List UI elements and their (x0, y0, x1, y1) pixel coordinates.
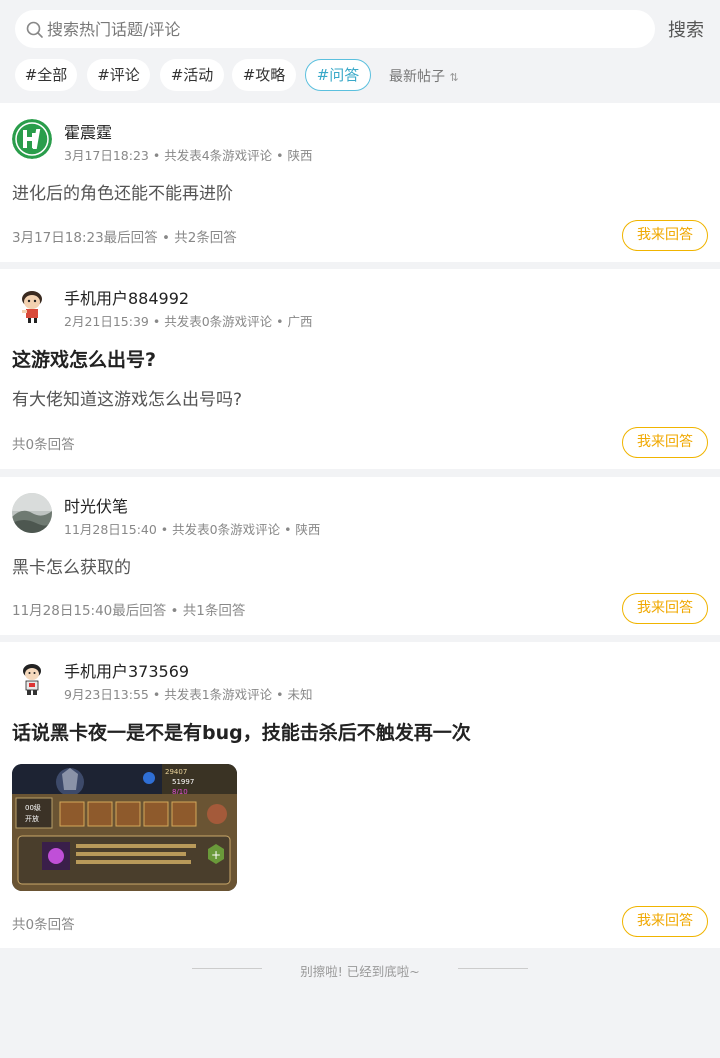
game-screenshot-image: 29407 51997 8/10 00级 开放 + (12, 764, 237, 891)
sort-label: 最新帖子 (389, 69, 445, 85)
post-footer: 共0条回答 (12, 437, 75, 453)
username[interactable]: 霍震霆 (64, 119, 112, 143)
header: 搜索 #全部 #评论 #活动 #攻略 #问答 最新帖子 ⇅ (0, 0, 720, 103)
end-of-list-message: 别擦啦! 已经到底啦~ (300, 964, 420, 979)
cartoon-avatar-icon (12, 285, 52, 325)
sort-icon: ⇅ (449, 71, 459, 84)
divider (458, 968, 528, 969)
cartoon-avatar-icon (12, 658, 52, 698)
tag-activity[interactable]: #活动 (160, 59, 224, 91)
search-box[interactable] (15, 10, 655, 48)
landscape-avatar-icon (12, 493, 52, 533)
post-body[interactable]: 进化后的角色还能不能再进阶 (12, 179, 233, 204)
answer-button[interactable]: 我来回答 (622, 906, 708, 937)
stat-2: 51997 (172, 778, 194, 786)
level-label: 00级 (25, 803, 41, 812)
post-body[interactable]: 有大佬知道这游戏怎么出号吗? (12, 385, 242, 410)
post-card[interactable]: 手机用户373569 9月23日13:55 • 共发表1条游戏评论 • 未知 话… (0, 642, 720, 948)
avatar[interactable] (12, 658, 52, 698)
tag-qa[interactable]: #问答 (305, 59, 371, 91)
username[interactable]: 手机用户884992 (64, 285, 189, 309)
post-meta: 11月28日15:40 • 共发表0条游戏评论 • 陕西 (64, 522, 321, 537)
tag-guide[interactable]: #攻略 (232, 59, 296, 91)
search-input[interactable] (47, 18, 637, 40)
post-footer: 3月17日18:23最后回答 • 共2条回答 (12, 230, 237, 246)
post-footer: 11月28日15:40最后回答 • 共1条回答 (12, 603, 246, 619)
search-icon (26, 21, 43, 38)
post-card[interactable]: 霍震霆 3月17日18:23 • 共发表4条游戏评论 • 陕西 进化后的角色还能… (0, 103, 720, 262)
sort-toggle[interactable]: 最新帖子 ⇅ (389, 66, 459, 86)
answer-button[interactable]: 我来回答 (622, 220, 708, 251)
post-meta: 3月17日18:23 • 共发表4条游戏评论 • 陕西 (64, 148, 313, 163)
post-footer: 共0条回答 (12, 917, 75, 933)
tag-bar: #全部 #评论 #活动 #攻略 #问答 最新帖子 ⇅ (15, 59, 715, 91)
post-meta: 2月21日15:39 • 共发表0条游戏评论 • 广西 (64, 314, 313, 329)
username[interactable]: 时光伏笔 (64, 493, 128, 517)
post-title[interactable]: 这游戏怎么出号? (12, 345, 156, 372)
search-button[interactable]: 搜索 (668, 16, 704, 42)
answer-button[interactable]: 我来回答 (622, 593, 708, 624)
avatar[interactable] (12, 119, 52, 159)
avatar[interactable] (12, 285, 52, 325)
logo-avatar-icon (12, 119, 52, 159)
stat-1: 29407 (165, 768, 187, 776)
username[interactable]: 手机用户373569 (64, 658, 189, 682)
avatar[interactable] (12, 493, 52, 533)
post-image[interactable]: 29407 51997 8/10 00级 开放 + (12, 764, 237, 891)
start-label: 开放 (25, 814, 39, 823)
svg-text:+: + (211, 848, 221, 862)
post-meta: 9月23日13:55 • 共发表1条游戏评论 • 未知 (64, 687, 313, 702)
answer-button[interactable]: 我来回答 (622, 427, 708, 458)
post-body[interactable]: 黑卡怎么获取的 (12, 553, 131, 578)
post-title[interactable]: 话说黑卡夜一是不是有bug，技能击杀后不触发再一次 (12, 718, 471, 745)
tag-all[interactable]: #全部 (15, 59, 77, 91)
post-card[interactable]: 手机用户884992 2月21日15:39 • 共发表0条游戏评论 • 广西 这… (0, 269, 720, 469)
post-card[interactable]: 时光伏笔 11月28日15:40 • 共发表0条游戏评论 • 陕西 黑卡怎么获取… (0, 477, 720, 635)
tag-review[interactable]: #评论 (87, 59, 150, 91)
